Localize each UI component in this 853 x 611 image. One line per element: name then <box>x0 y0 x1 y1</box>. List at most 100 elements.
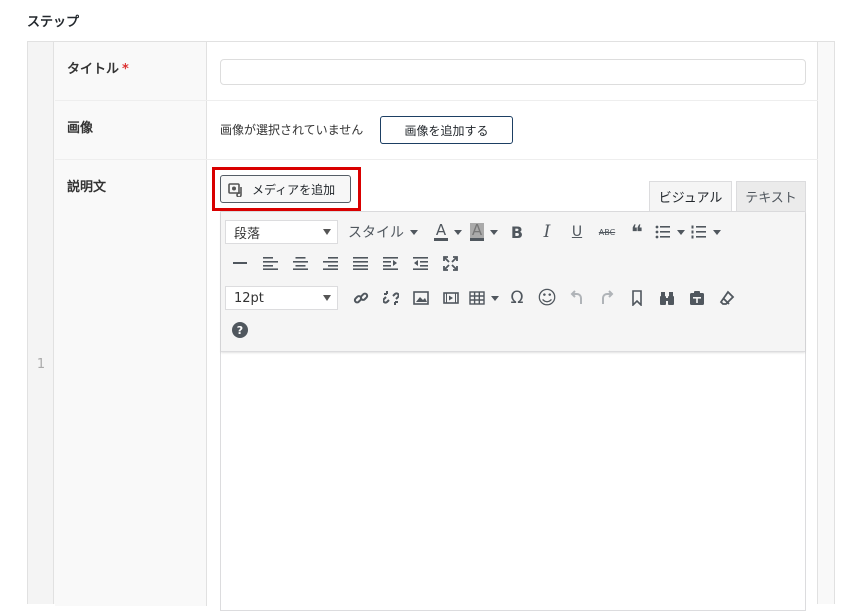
description-label-cell: 説明文 <box>55 160 207 606</box>
repeater-table: 1 タイトル * 画像 画像が選択されていません 画像を追加する 説明文 メディ… <box>27 41 835 611</box>
chevron-down-icon <box>323 295 331 301</box>
chevron-down-icon <box>454 229 463 235</box>
table-button[interactable] <box>466 284 502 312</box>
underline-icon: U <box>571 224 583 240</box>
indent-button[interactable] <box>375 249 405 277</box>
justify-button[interactable] <box>345 249 375 277</box>
no-image-text: 画像が選択されていません <box>220 123 364 137</box>
emoji-button[interactable]: ☺ <box>532 284 562 312</box>
chevron-down-icon <box>490 229 499 235</box>
indent-icon <box>382 256 398 270</box>
toolbar-row-4: ? <box>225 316 255 344</box>
insert-video-button[interactable] <box>436 284 466 312</box>
blockquote-button[interactable]: ❝ <box>622 218 652 246</box>
italic-icon: I <box>543 222 551 242</box>
clear-format-button[interactable] <box>712 284 742 312</box>
undo-button[interactable] <box>562 284 592 312</box>
tab-text[interactable]: テキスト <box>736 181 806 211</box>
image-icon <box>413 291 429 305</box>
text-color-icon: A <box>433 221 449 241</box>
redo-icon <box>599 290 615 306</box>
italic-button[interactable]: I <box>532 218 562 246</box>
tab-visual[interactable]: ビジュアル <box>649 181 732 211</box>
chevron-down-icon <box>491 295 499 301</box>
numbered-list-icon <box>691 225 707 239</box>
style-dropdown-label: スタイル <box>348 225 404 241</box>
align-right-button[interactable] <box>315 249 345 277</box>
horizontal-rule-icon <box>233 256 247 270</box>
special-char-button[interactable]: Ω <box>502 284 532 312</box>
find-icon <box>659 290 675 306</box>
row-number: 1 <box>36 357 46 372</box>
bullet-list-icon <box>655 225 671 239</box>
outdent-button[interactable] <box>405 249 435 277</box>
underline-button[interactable]: U <box>562 218 592 246</box>
text-color-button[interactable]: A <box>430 218 466 246</box>
chevron-down-icon <box>677 229 685 235</box>
bookmark-icon <box>631 290 643 306</box>
align-left-button[interactable] <box>255 249 285 277</box>
emoji-icon: ☺ <box>537 287 557 309</box>
format-select[interactable]: 段落 <box>225 220 338 244</box>
bookmark-button[interactable] <box>622 284 652 312</box>
rich-text-editor: 段落 スタイル A A B I U ABC ❝ 12pt Ω ☺ ? <box>220 211 806 611</box>
row-handle[interactable]: 1 <box>28 42 54 604</box>
link-icon <box>353 290 369 306</box>
insert-image-button[interactable] <box>406 284 436 312</box>
toolbar-row-3: 12pt Ω ☺ <box>225 284 742 312</box>
section-title: ステップ <box>27 15 80 30</box>
chevron-down-icon <box>410 229 418 235</box>
title-label-text: タイトル <box>67 62 120 77</box>
link-button[interactable] <box>346 284 376 312</box>
format-select-value: 段落 <box>234 226 261 242</box>
blockquote-icon: ❝ <box>631 220 643 244</box>
strikethrough-button[interactable]: ABC <box>592 218 622 246</box>
title-label-cell: タイトル * <box>55 42 207 100</box>
image-input-cell: 画像が選択されていません 画像を追加する <box>208 101 818 159</box>
title-input[interactable] <box>220 59 806 85</box>
style-dropdown[interactable]: スタイル <box>348 222 418 242</box>
clear-format-icon <box>719 290 735 306</box>
horizontal-rule-button[interactable] <box>225 249 255 277</box>
find-replace-button[interactable] <box>652 284 682 312</box>
background-color-button[interactable]: A <box>466 218 502 246</box>
add-media-label: メディアを追加 <box>252 182 336 197</box>
fullscreen-icon <box>442 255 458 271</box>
align-center-icon <box>292 256 308 270</box>
redo-button[interactable] <box>592 284 622 312</box>
title-label: タイトル * <box>67 58 129 77</box>
add-media-button[interactable]: メディアを追加 <box>220 175 351 203</box>
description-input-cell: メディアを追加 ビジュアル テキスト 段落 スタイル A A B I U ABC… <box>208 160 818 611</box>
outdent-icon <box>412 256 428 270</box>
undo-icon <box>569 290 585 306</box>
image-label: 画像 <box>67 121 94 136</box>
bullet-list-button[interactable] <box>652 218 688 246</box>
chevron-down-icon <box>713 229 721 235</box>
font-size-select[interactable]: 12pt <box>225 286 338 310</box>
description-label: 説明文 <box>67 180 107 195</box>
toolbar-row-2 <box>225 249 465 277</box>
editor-content-area[interactable] <box>221 353 805 611</box>
fullscreen-button[interactable] <box>435 249 465 277</box>
help-icon: ? <box>232 322 248 338</box>
align-center-button[interactable] <box>285 249 315 277</box>
image-label-cell: 画像 <box>55 101 207 159</box>
title-field: タイトル * <box>55 42 818 101</box>
table-icon <box>469 291 485 305</box>
chevron-down-icon <box>323 229 331 235</box>
video-icon <box>443 291 459 305</box>
add-image-button[interactable]: 画像を追加する <box>380 116 513 144</box>
font-size-value: 12pt <box>234 290 264 306</box>
required-mark: * <box>122 62 129 77</box>
bold-button[interactable]: B <box>502 218 532 246</box>
unlink-icon <box>383 290 399 306</box>
numbered-list-button[interactable] <box>688 218 724 246</box>
paste-text-button[interactable] <box>682 284 712 312</box>
paste-icon <box>689 290 705 306</box>
bold-icon: B <box>510 222 524 242</box>
justify-icon <box>352 256 368 270</box>
add-media-icon <box>228 181 246 198</box>
image-field: 画像 画像が選択されていません 画像を追加する <box>55 101 818 160</box>
help-button[interactable]: ? <box>225 316 255 344</box>
unlink-button[interactable] <box>376 284 406 312</box>
